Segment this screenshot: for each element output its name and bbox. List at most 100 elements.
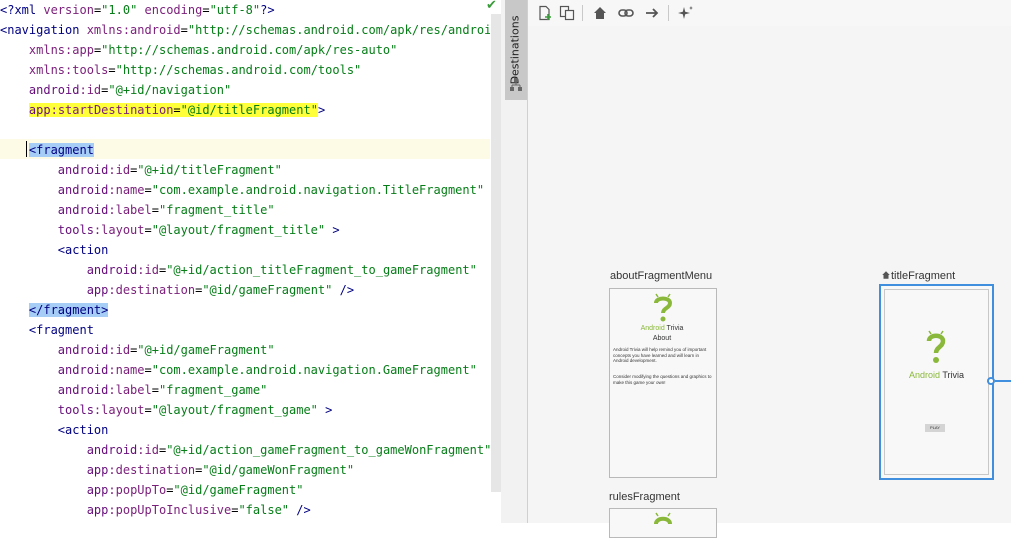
code-token: "com.example.android.navigation.GameFrag… (151, 363, 477, 377)
destination-about-fragment[interactable]: Android Trivia About Android Trivia will… (609, 288, 717, 478)
code-token: :layout (93, 403, 145, 417)
code-line: android:label="fragment_title" (0, 200, 275, 220)
code-token: android (86, 443, 138, 457)
code-token: :id (137, 263, 159, 277)
code-token: "http://schemas.android.com/apk/res/andr… (187, 23, 490, 37)
code-token: "@+id/titleFragment" (137, 163, 282, 177)
code-token: <fragment (28, 323, 94, 337)
code-token: :name (108, 363, 145, 377)
code-line: <action (0, 420, 109, 440)
code-token: "@+id/action_gameFragment_to_gameWonFrag… (166, 443, 490, 457)
code-token: /> (339, 283, 355, 297)
arrow-right-icon[interactable] (644, 5, 660, 21)
code-token: :layout (93, 223, 145, 237)
code-token: "@layout/fragment_game" (151, 403, 318, 417)
code-token: <navigation (0, 23, 87, 37)
code-token: android (86, 263, 138, 277)
text-caret (26, 141, 27, 157)
code-token: xmlns:android (86, 23, 181, 37)
toolbar-separator (668, 5, 669, 21)
code-token: :id (108, 163, 131, 177)
code-line: xmlns:tools="http://schemas.android.com/… (0, 60, 361, 80)
code-token: xmlns:tools (28, 63, 109, 77)
code-line: app:destination="@id/gameFragment" /> (0, 280, 354, 300)
link-icon[interactable] (618, 5, 634, 21)
code-line: android:id="@+id/navigation" (0, 80, 231, 100)
code-token: "utf-8" (209, 3, 261, 17)
code-token: <action (57, 423, 109, 437)
auto-arrange-icon[interactable] (678, 5, 694, 21)
code-token: "fragment_game" (158, 383, 268, 397)
about-body-2: Consider modifying the questions and gra… (613, 374, 712, 385)
title-app-title: Android Trivia (908, 370, 965, 380)
code-token: app (86, 503, 109, 517)
toolbar-separator (582, 5, 583, 21)
code-line: android:id="@+id/action_titleFragment_to… (0, 260, 477, 280)
new-destination-icon[interactable] (537, 5, 553, 21)
navigation-designer-canvas[interactable]: aboutFragmentMenu Android Trivia About A… (528, 0, 1011, 538)
code-token: "http://schemas.android.com/tools" (115, 63, 362, 77)
code-line: android:label="fragment_game" (0, 380, 268, 400)
android-question-icon (926, 330, 946, 363)
code-line: app:popUpToInclusive="false" /> (0, 500, 311, 520)
code-token: > (317, 103, 326, 117)
code-token: "@id/gameWonFragment" (202, 463, 355, 477)
code-token: = (144, 183, 152, 197)
code-token: tools (57, 403, 94, 417)
about-body-1: Android Trivia will help remind you of i… (613, 347, 707, 363)
android-question-icon (654, 293, 673, 322)
code-token: :popUpToInclusive (108, 503, 232, 517)
code-token: android (57, 363, 109, 377)
destinations-tab[interactable]: Destinations (505, 0, 527, 100)
code-token: "false" (238, 503, 290, 517)
code-token: :name (108, 183, 145, 197)
code-token: "1.0" (101, 3, 138, 17)
code-token: version (43, 3, 94, 17)
code-line: xmlns:app="http://schemas.android.com/ap… (0, 40, 397, 60)
code-token: "@id/titleFragment" (180, 103, 318, 117)
code-token: = (151, 203, 159, 217)
home-icon[interactable] (592, 5, 608, 21)
code-token: android (28, 83, 80, 97)
code-token: "http://schemas.android.com/apk/res-auto… (101, 43, 398, 57)
code-token: "com.example.android.navigation.TitleFra… (151, 183, 485, 197)
checkmark-icon: ✔ (486, 0, 497, 13)
nested-graph-icon[interactable] (559, 5, 575, 21)
code-token: android (57, 163, 109, 177)
destination-rules-fragment[interactable] (609, 508, 717, 538)
code-line: android:id="@+id/gameFragment" (0, 340, 275, 360)
xml-code-editor[interactable]: <?xml version="1.0" encoding="utf-8"?> <n… (0, 0, 490, 523)
editor-scrollbar[interactable] (491, 14, 501, 492)
hierarchy-icon (510, 78, 522, 91)
code-token: <fragment (28, 143, 94, 157)
destination-label-rules: rulesFragment (609, 491, 680, 503)
code-token: :id (79, 83, 102, 97)
code-token: app (28, 103, 51, 117)
code-line: android:id="@+id/action_gameFragment_to_… (0, 440, 490, 460)
code-token: = (144, 403, 152, 417)
code-token: :label (108, 203, 152, 217)
code-line: tools:layout="@layout/fragment_game" > (0, 400, 333, 420)
code-line: </fragment> (0, 300, 109, 320)
android-question-icon (654, 512, 672, 525)
code-token: /> (296, 503, 311, 517)
about-subtitle: About (652, 335, 672, 342)
code-line: app:destination="@id/gameWonFragment" (0, 460, 354, 480)
code-token: "@id/gameFragment" (202, 283, 333, 297)
destination-title-fragment[interactable]: Android Trivia PLAY (879, 284, 994, 480)
action-connector-handle[interactable] (987, 377, 995, 385)
